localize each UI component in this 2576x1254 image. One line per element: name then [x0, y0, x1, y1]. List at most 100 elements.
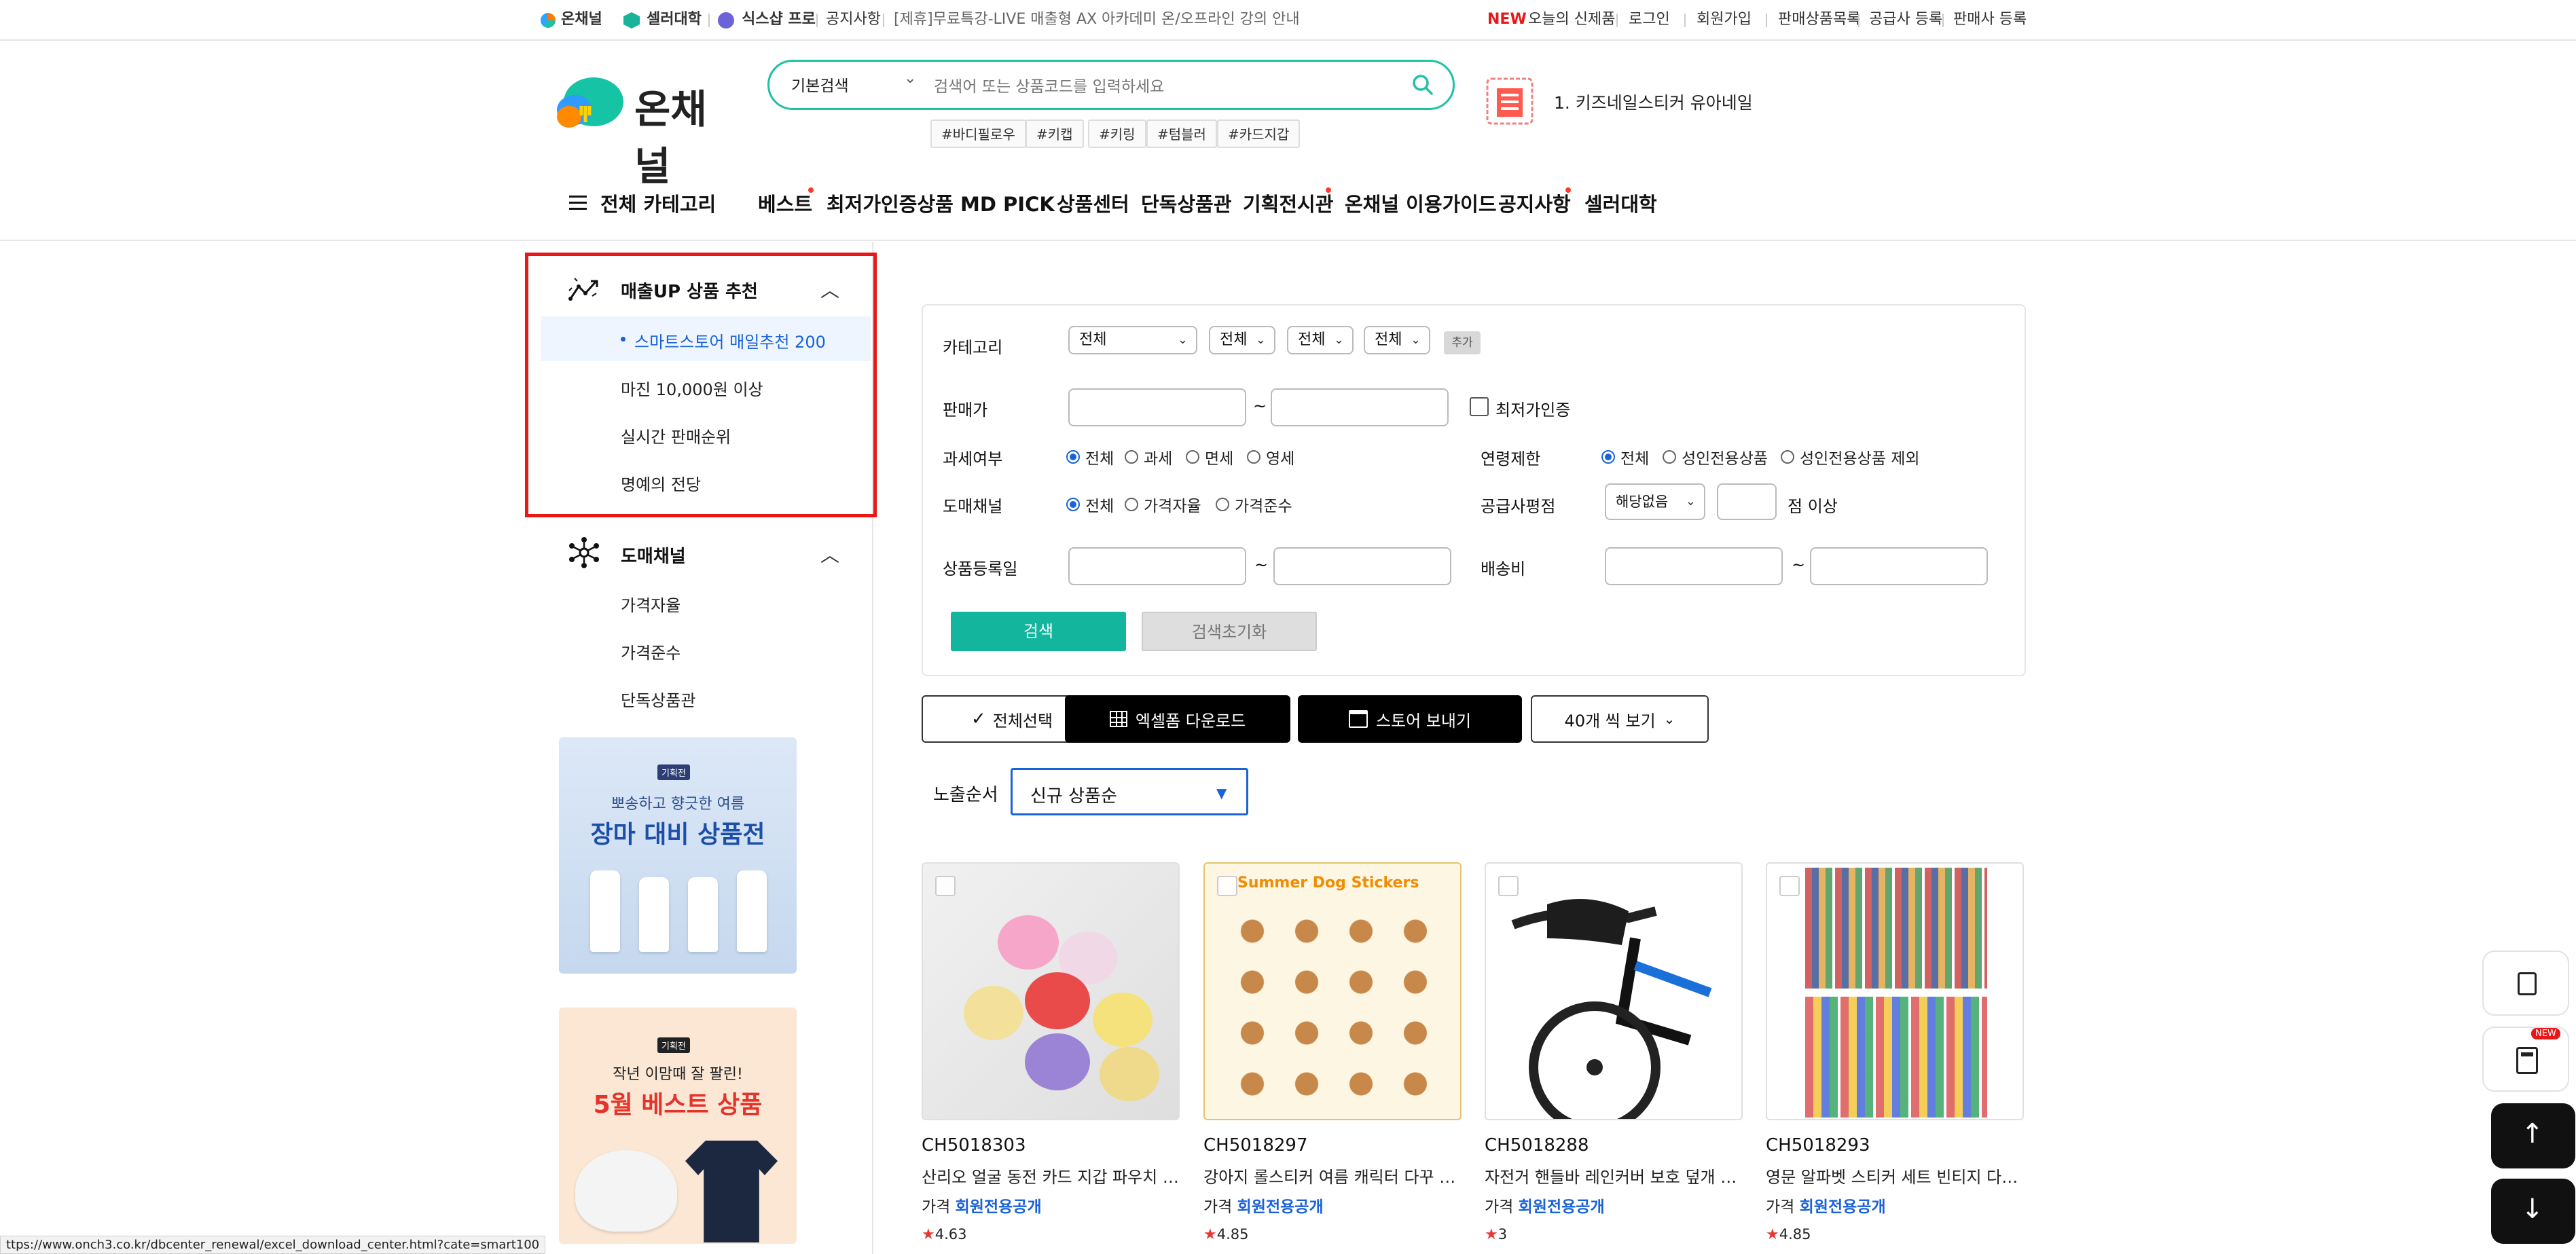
- tax-radio-taxable[interactable]: 과세: [1125, 445, 1172, 468]
- topbar-link-sixshop[interactable]: 식스샵 프로: [742, 0, 816, 41]
- product-image-1[interactable]: [922, 862, 1180, 1120]
- ranking-widget[interactable]: 1. 키즈네일스티커 유아네일: [1481, 71, 1766, 132]
- sidebar-section-wholesale[interactable]: 도매채널: [621, 542, 686, 568]
- age-radio-all[interactable]: 전체: [1601, 445, 1649, 468]
- product-checkbox[interactable]: [1779, 876, 1800, 896]
- per-page-dropdown[interactable]: 40개 씩 보기 ⌄: [1531, 695, 1709, 743]
- topbar-link-supplier-register[interactable]: 공급사 등록: [1869, 0, 1942, 41]
- product-name[interactable]: 자전거 핸들바 레인커버 보호 덮개 방...: [1485, 1164, 1743, 1187]
- search-tag-card-wallet[interactable]: #카드지갑: [1217, 119, 1301, 148]
- search-tag-keyring[interactable]: #키링: [1088, 119, 1146, 148]
- search-icon[interactable]: [1409, 71, 1436, 98]
- age-radio-adult[interactable]: 성인전용상품: [1663, 445, 1768, 468]
- sidebar-item-price-free[interactable]: 가격자율: [621, 592, 681, 616]
- category-select-2[interactable]: 전체 ⌄: [1209, 326, 1275, 354]
- nav-exhibition[interactable]: 기획전시관: [1243, 189, 1333, 220]
- product-checkbox[interactable]: [935, 876, 956, 896]
- price-min-input[interactable]: [1068, 388, 1246, 426]
- shipping-min-input[interactable]: [1605, 547, 1783, 585]
- product-image-4[interactable]: [1766, 862, 2024, 1120]
- search-tag-keycap[interactable]: #키캡: [1026, 119, 1084, 148]
- banner-rainy-season[interactable]: 기획전 뽀송하고 향긋한 여름 장마 대비 상품전: [559, 737, 797, 974]
- nav-exclusive[interactable]: 단독상품관: [1141, 189, 1231, 220]
- nav-best[interactable]: 베스트: [758, 189, 812, 220]
- nav-lowest-price[interactable]: 최저가인증상품: [827, 189, 954, 220]
- nav-seller-university[interactable]: 셀러대학: [1584, 189, 1657, 220]
- lowest-price-checkbox[interactable]: [1470, 397, 1489, 416]
- topbar-link-signup[interactable]: 회원가입: [1697, 0, 1752, 41]
- sidebar-item-smartstore-200[interactable]: 스마트스토어 매일추천 200: [634, 329, 826, 352]
- channel-radio-all[interactable]: 전체: [1066, 493, 1114, 516]
- scroll-top-button[interactable]: ↑: [2491, 1103, 2575, 1168]
- sixshop-icon: [718, 12, 734, 29]
- topbar-link-seller-register[interactable]: 판매사 등록: [1953, 0, 2027, 41]
- site-logo[interactable]: 온채널: [551, 71, 728, 189]
- age-radio-exclude-adult[interactable]: 성인전용상품 제외: [1781, 445, 1920, 468]
- nav-md-pick[interactable]: MD PICK: [960, 189, 1055, 220]
- rating-select[interactable]: 해당없음 ⌄: [1605, 483, 1705, 520]
- search-input[interactable]: 검색어 또는 상품코드를 입력하세요: [934, 73, 1396, 96]
- product-code[interactable]: CH5018293: [1766, 1135, 1870, 1156]
- tax-radio-zero[interactable]: 영세: [1247, 445, 1294, 468]
- nav-notice[interactable]: 공지사항: [1498, 189, 1571, 220]
- nav-all-category[interactable]: 전체 카테고리: [600, 189, 716, 220]
- category-select-1[interactable]: 전체 ⌄: [1068, 326, 1197, 354]
- topbar-link-login[interactable]: 로그인: [1629, 0, 1670, 41]
- topbar-link-onchannel[interactable]: 온채널: [561, 0, 602, 41]
- excel-download-button[interactable]: 엑셀폼 다운로드: [1065, 695, 1290, 743]
- category-select-3[interactable]: 전체 ⌄: [1287, 326, 1354, 354]
- shipping-max-input[interactable]: [1810, 547, 1988, 585]
- nav-guide[interactable]: 온채널 이용가이드: [1345, 189, 1497, 220]
- topbar-link-seller-university[interactable]: 셀러대학: [647, 0, 702, 41]
- channel-radio-free[interactable]: 가격자율: [1125, 493, 1201, 516]
- sidebar-item-margin-10000[interactable]: 마진 10,000원 이상: [621, 376, 763, 400]
- sort-select[interactable]: 신규 상품순 ▼: [1011, 768, 1248, 815]
- product-name[interactable]: 산리오 얼굴 동전 카드 지갑 파우치 키...: [922, 1164, 1180, 1187]
- calculator-button[interactable]: NEW: [2482, 1027, 2569, 1092]
- tax-radio-exempt[interactable]: 면세: [1186, 445, 1233, 468]
- sidebar-item-realtime-rank[interactable]: 실시간 판매순위: [621, 424, 731, 447]
- category-add-button[interactable]: 추가: [1444, 331, 1481, 354]
- scroll-bottom-button[interactable]: ↓: [2491, 1179, 2575, 1244]
- ranking-text[interactable]: 1. 키즈네일스티커 유아네일: [1554, 90, 1753, 114]
- nav-product-center[interactable]: 상품센터: [1057, 189, 1129, 220]
- reset-button[interactable]: 검색초기화: [1142, 612, 1317, 651]
- topbar-link-notice[interactable]: 공지사항: [826, 0, 881, 41]
- product-image-3[interactable]: [1485, 862, 1743, 1120]
- price-max-input[interactable]: [1271, 388, 1449, 426]
- chevron-down-icon[interactable]: ⌄: [904, 70, 916, 87]
- product-code[interactable]: CH5018288: [1485, 1135, 1589, 1156]
- sidebar-section-sales-up[interactable]: 매출UP 상품 추천: [621, 278, 758, 303]
- recent-view-button[interactable]: [2482, 951, 2569, 1016]
- lowest-price-label[interactable]: 최저가인증: [1495, 397, 1570, 420]
- chevron-up-icon[interactable]: ︿: [820, 540, 839, 568]
- store-send-button[interactable]: 스토어 보내기: [1298, 695, 1522, 743]
- search-button[interactable]: 검색: [951, 612, 1126, 651]
- topbar-link-product-list[interactable]: 판매상품목록: [1778, 0, 1860, 41]
- search-type-select[interactable]: 기본검색: [791, 73, 849, 96]
- tax-radio-all[interactable]: 전체: [1066, 445, 1114, 468]
- date-start-input[interactable]: [1068, 547, 1246, 585]
- nav-notice-new-dot: [1565, 187, 1571, 193]
- product-name[interactable]: 강아지 롤스티커 여름 캐릭터 다꾸 귀...: [1203, 1164, 1462, 1187]
- topbar-notice-text[interactable]: [제휴]무료특강-LIVE 매출형 AX 아카데미 온/오프라인 강의 안내: [894, 0, 1300, 41]
- category-select-4[interactable]: 전체 ⌄: [1364, 326, 1430, 354]
- hamburger-menu-icon[interactable]: [569, 195, 587, 211]
- product-checkbox[interactable]: [1498, 876, 1519, 896]
- product-code[interactable]: CH5018297: [1203, 1135, 1308, 1156]
- product-image-2[interactable]: Summer Dog Stickers: [1203, 862, 1462, 1120]
- rating-input[interactable]: [1717, 483, 1777, 520]
- chevron-up-icon[interactable]: ︿: [820, 276, 839, 303]
- product-code[interactable]: CH5018303: [922, 1135, 1026, 1156]
- banner-may-best[interactable]: 기획전 작년 이맘때 잘 팔린! 5월 베스트 상품: [559, 1008, 797, 1244]
- product-checkbox[interactable]: [1217, 876, 1237, 896]
- product-name[interactable]: 영문 알파벳 스티커 세트 빈티지 다이...: [1766, 1164, 2024, 1187]
- sidebar-item-price-fixed[interactable]: 가격준수: [621, 640, 681, 663]
- channel-radio-fixed[interactable]: 가격준수: [1216, 493, 1292, 516]
- search-tag-body-pillow[interactable]: #바디필로우: [930, 119, 1026, 148]
- sidebar-item-hall-of-fame[interactable]: 명예의 전당: [621, 471, 701, 495]
- topbar-link-today-new[interactable]: 오늘의 신제품: [1528, 0, 1615, 41]
- search-tag-tumbler[interactable]: #텀블러: [1146, 119, 1217, 148]
- date-end-input[interactable]: [1273, 547, 1451, 585]
- sidebar-item-exclusive[interactable]: 단독상품관: [621, 687, 695, 711]
